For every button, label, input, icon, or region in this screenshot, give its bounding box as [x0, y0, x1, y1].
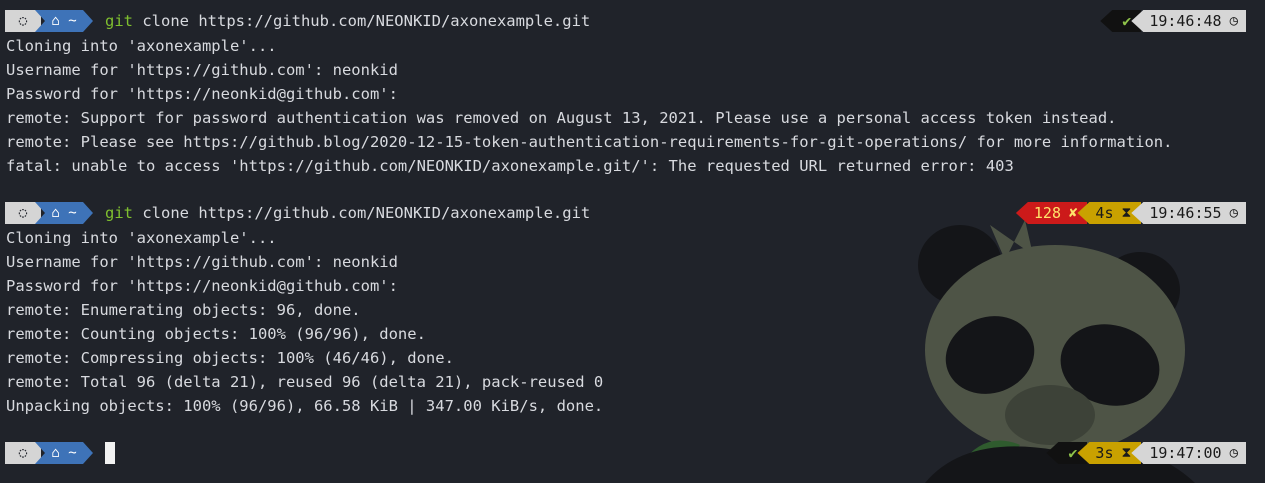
home-dir-segment: ⌂ ~: [35, 442, 93, 464]
command-keyword: git: [105, 12, 133, 30]
time-segment: 19:46:55 ◷: [1131, 202, 1246, 224]
command-args: clone https://github.com/NEONKID/axonexa…: [133, 12, 591, 30]
command-text[interactable]: git clone https://github.com/NEONKID/axo…: [105, 12, 590, 30]
cross-icon: ✘: [1068, 205, 1078, 221]
output-line: remote: Counting objects: 100% (96/96), …: [6, 325, 426, 343]
command-keyword: git: [105, 204, 133, 222]
hourglass-icon: ⧗: [1121, 205, 1132, 221]
output-line: remote: Support for password authenticat…: [6, 109, 1117, 127]
right-prompt-3: ✔ 3s ⧗ 19:47:00 ◷: [1046, 442, 1246, 464]
clock-icon: ◷: [1229, 205, 1238, 221]
linux-logo-icon: ◌: [5, 202, 41, 224]
output-line: Username for 'https://github.com': neonk…: [6, 61, 398, 79]
time-text: 19:46:55: [1149, 204, 1222, 222]
output-line: Password for 'https://neonkid@github.com…: [6, 277, 398, 295]
duration-text: 3s: [1095, 444, 1114, 462]
output-line: Username for 'https://github.com': neonk…: [6, 253, 398, 271]
clock-icon: ◷: [1229, 445, 1238, 461]
output-line: fatal: unable to access 'https://github.…: [6, 157, 1014, 175]
output-line: remote: Total 96 (delta 21), reused 96 (…: [6, 373, 604, 391]
time-text: 19:46:48: [1149, 12, 1222, 30]
linux-logo-icon: ◌: [5, 442, 41, 464]
output-line: remote: Enumerating objects: 96, done.: [6, 301, 361, 319]
prompt-2: ◌ ⌂ ~ git clone https://github.com/NEONK…: [5, 201, 590, 225]
home-dir-segment: ⌂ ~: [35, 202, 93, 224]
text-cursor[interactable]: [105, 442, 115, 464]
hourglass-icon: ⧗: [1121, 445, 1132, 461]
output-line: Password for 'https://neonkid@github.com…: [6, 85, 398, 103]
right-prompt-1: ✔ 19:46:48 ◷: [1100, 10, 1246, 32]
output-line: Cloning into 'axonexample'...: [6, 37, 277, 55]
prompt-1: ◌ ⌂ ~ git clone https://github.com/NEONK…: [5, 9, 590, 33]
output-line: Unpacking objects: 100% (96/96), 66.58 K…: [6, 397, 604, 415]
time-text: 19:47:00: [1149, 444, 1222, 462]
output-line: remote: Please see https://github.blog/2…: [6, 133, 1173, 151]
exit-code-segment: 128 ✘: [1015, 202, 1088, 224]
command-text[interactable]: git clone https://github.com/NEONKID/axo…: [105, 204, 590, 222]
clock-icon: ◷: [1229, 13, 1238, 29]
prompt-3: ◌ ⌂ ~: [5, 441, 115, 465]
linux-logo-icon: ◌: [5, 10, 41, 32]
duration-text: 4s: [1095, 204, 1114, 222]
output-line: Cloning into 'axonexample'...: [6, 229, 277, 247]
right-prompt-2: 128 ✘ 4s ⧗ 19:46:55 ◷: [1015, 202, 1246, 224]
output-line: remote: Compressing objects: 100% (46/46…: [6, 349, 454, 367]
home-dir-segment: ⌂ ~: [35, 10, 93, 32]
command-args: clone https://github.com/NEONKID/axonexa…: [133, 204, 591, 222]
time-segment: 19:46:48 ◷: [1131, 10, 1246, 32]
terminal-window[interactable]: ◌ ⌂ ~ git clone https://github.com/NEONK…: [0, 0, 1265, 483]
time-segment: 19:47:00 ◷: [1131, 442, 1246, 464]
exit-code-text: 128: [1033, 204, 1061, 222]
